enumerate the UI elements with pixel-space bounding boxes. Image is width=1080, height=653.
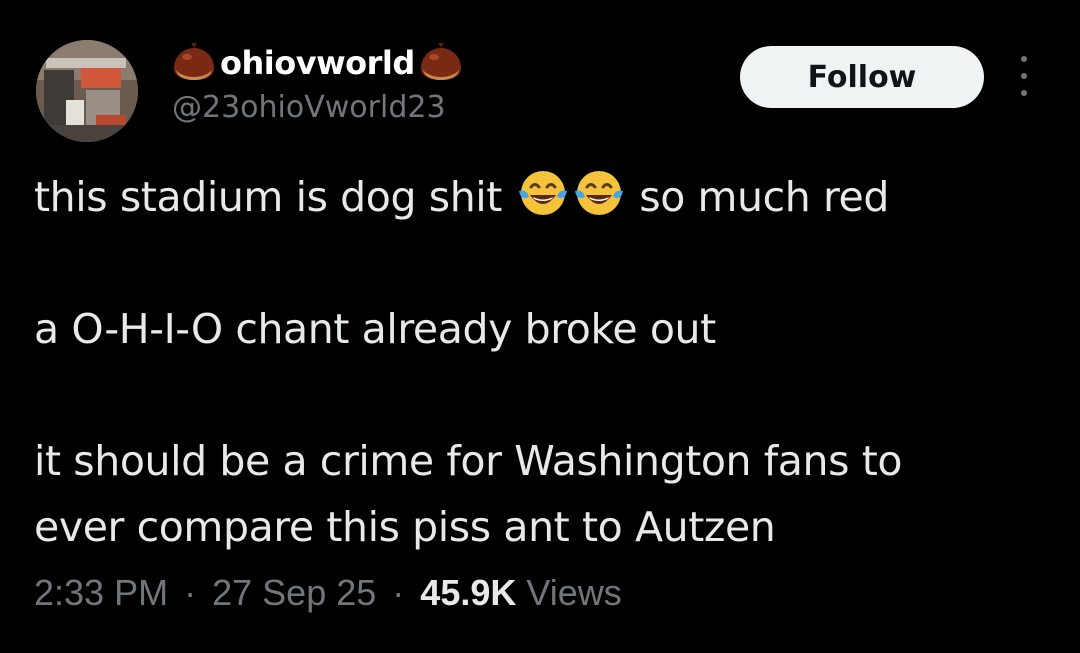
meta-separator: ·: [392, 572, 405, 613]
more-options-icon[interactable]: [1012, 56, 1036, 96]
tweet-line-2: a O-H-I-O chant already broke out: [34, 305, 716, 353]
more-dot: [1021, 56, 1027, 62]
tweet-time[interactable]: 2:33 PM: [34, 572, 168, 613]
chestnut-icon: [174, 43, 214, 80]
more-dot: [1021, 73, 1027, 79]
follow-button[interactable]: Follow: [740, 46, 984, 108]
meta-separator: ·: [184, 572, 197, 613]
tweet-meta: 2:33 PM · 27 Sep 25 · 45.9K Views: [34, 572, 622, 614]
author-handle[interactable]: @23ohioVworld23: [172, 90, 446, 125]
tears-of-joy-emoji-icon: [518, 171, 567, 215]
views-count[interactable]: 45.9K: [420, 572, 516, 613]
views-label[interactable]: Views: [526, 572, 621, 613]
more-dot: [1021, 90, 1027, 96]
tweet-card: ohiovworld @23ohioVworld23 Follow this s…: [0, 0, 1080, 653]
tweet-text: this stadium is dog shit so much red a O…: [34, 164, 1044, 560]
tweet-date[interactable]: 27 Sep 25: [212, 572, 376, 613]
chestnut-icon: [420, 43, 461, 80]
avatar[interactable]: [36, 40, 138, 142]
tweet-line-1: this stadium is dog shit so much red: [34, 164, 1044, 230]
author-display-name[interactable]: ohiovworld: [218, 44, 417, 82]
tweet-line-4: ever compare this piss ant to Autzen: [34, 503, 776, 551]
tweet-line-3: it should be a crime for Washington fans…: [34, 437, 903, 485]
tweet-line-1-end: so much red: [639, 173, 890, 221]
avatar-image: [36, 40, 138, 142]
author-name-row[interactable]: ohiovworld: [170, 38, 465, 88]
tears-of-joy-emoji-icon: [574, 171, 623, 215]
tweet-line-1-start: this stadium is dog shit: [34, 173, 502, 221]
